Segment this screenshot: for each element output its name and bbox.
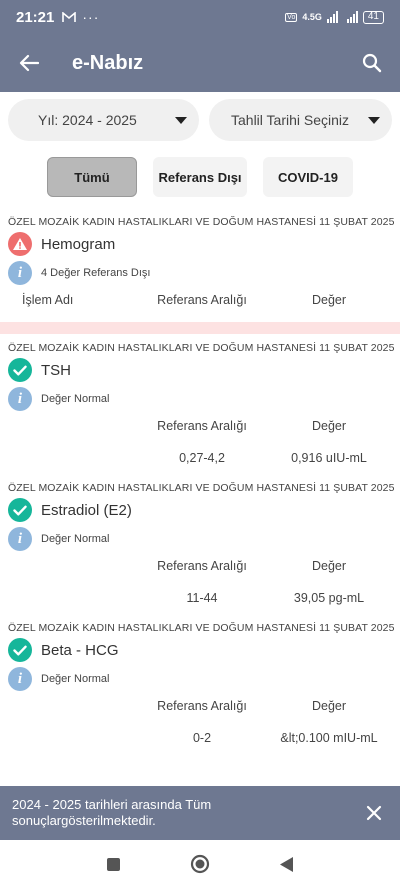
check-icon: [8, 498, 32, 522]
info-icon: i: [8, 261, 32, 285]
test-status-text: Değer Normal: [41, 393, 110, 405]
check-icon: [8, 358, 32, 382]
test-name: Hemogram: [41, 235, 116, 253]
battery-icon: 41: [362, 10, 384, 24]
result-values: 11-44 39,05 pg-mL: [8, 580, 392, 616]
test-status-text: Değer Normal: [41, 673, 110, 685]
reference-range: 0,27-4,2: [179, 451, 225, 465]
app-bar: e-Nabız: [0, 34, 400, 92]
test-name: Estradiol (E2): [41, 501, 132, 519]
year-dropdown-label: Yıl: 2024 - 2025: [38, 112, 137, 128]
test-status-text: 4 Değer Referans Dışı: [41, 267, 151, 279]
status-time: 21:21: [16, 8, 55, 26]
chevron-down-icon: [368, 116, 380, 124]
column-name-header: İşlem Adı: [22, 293, 74, 307]
column-value-header: Değer: [311, 293, 347, 307]
snackbar-close-button[interactable]: [362, 801, 386, 825]
column-value-header: Değer: [311, 419, 347, 433]
info-icon: i: [8, 527, 32, 551]
result-value: &lt;0.100 mIU-mL: [280, 731, 378, 745]
info-icon: i: [8, 667, 32, 691]
date-dropdown-label: Tahlil Tarihi Seçiniz: [231, 112, 350, 128]
signal-icon-2: [346, 11, 358, 23]
year-dropdown[interactable]: Yıl: 2024 - 2025: [8, 99, 199, 141]
volte-icon: Vo: [285, 12, 298, 22]
result-card-estradiol[interactable]: ÖZEL MOZAİK KADIN HASTALIKLARI VE DOĞUM …: [0, 476, 400, 616]
result-card-beta-hcg[interactable]: ÖZEL MOZAİK KADIN HASTALIKLARI VE DOĞUM …: [0, 616, 400, 756]
column-reference-header: Referans Aralığı: [157, 419, 247, 433]
chevron-down-icon: [175, 116, 187, 124]
reference-range: 11-44: [186, 591, 218, 605]
warning-icon: [8, 232, 32, 256]
search-icon: [362, 53, 382, 73]
snackbar-message: 2024 - 2025 tarihleri arasında Tüm sonuç…: [12, 797, 212, 828]
signal-icon: [326, 11, 338, 23]
recents-button[interactable]: [93, 844, 133, 884]
triangle-back-icon: [280, 856, 294, 872]
more-notifications-icon: ···: [82, 9, 100, 25]
hospital-date: ÖZEL MOZAİK KADIN HASTALIKLARI VE DOĞUM …: [8, 482, 395, 494]
column-value-header: Değer: [311, 559, 347, 573]
page-title: e-Nabız: [72, 51, 144, 74]
result-values: 0-2 &lt;0.100 mIU-mL: [8, 720, 392, 756]
column-headers: Referans Aralığı Değer: [8, 412, 392, 440]
reference-range: 0-2: [192, 731, 212, 745]
square-icon: [106, 857, 120, 871]
close-icon: [366, 805, 382, 821]
back-nav-button[interactable]: [267, 844, 307, 884]
circle-icon: [190, 854, 210, 874]
filter-bar: Yıl: 2024 - 2025 Tahlil Tarihi Seçiniz: [8, 99, 392, 141]
results-list[interactable]: ÖZEL MOZAİK KADIN HASTALIKLARI VE DOĞUM …: [0, 210, 400, 786]
column-headers: Referans Aralığı Değer: [8, 692, 392, 720]
test-status-text: Değer Normal: [41, 533, 110, 545]
result-card-tsh[interactable]: ÖZEL MOZAİK KADIN HASTALIKLARI VE DOĞUM …: [0, 336, 400, 476]
hospital-date: ÖZEL MOZAİK KADIN HASTALIKLARI VE DOĞUM …: [8, 622, 395, 634]
filter-tabs: Tümü Referans Dışı COVID-19: [0, 157, 400, 197]
battery-level: 41: [367, 11, 379, 22]
result-value: 39,05 pg-mL: [293, 591, 365, 605]
column-reference-header: Referans Aralığı: [157, 559, 247, 573]
tab-out-of-reference[interactable]: Referans Dışı: [153, 157, 247, 197]
tab-covid[interactable]: COVID-19: [263, 157, 353, 197]
back-button[interactable]: [0, 34, 58, 92]
info-icon: i: [8, 387, 32, 411]
column-headers: Referans Aralığı Değer: [8, 552, 392, 580]
status-bar: 21:21 ··· Vo 4.5G 41: [0, 0, 400, 34]
tab-all[interactable]: Tümü: [47, 157, 137, 197]
check-icon: [8, 638, 32, 662]
search-button[interactable]: [344, 34, 400, 92]
result-values: 0,27-4,2 0,916 uIU-mL: [8, 440, 392, 476]
test-name: TSH: [41, 361, 71, 379]
gmail-icon: [62, 11, 77, 22]
hospital-date: ÖZEL MOZAİK KADIN HASTALIKLARI VE DOĞUM …: [8, 216, 395, 228]
date-dropdown[interactable]: Tahlil Tarihi Seçiniz: [209, 99, 392, 141]
snackbar: 2024 - 2025 tarihleri arasında Tüm sonuç…: [0, 786, 400, 840]
arrow-left-icon: [19, 54, 39, 72]
test-name: Beta - HCG: [41, 641, 119, 659]
result-value: 0,916 uIU-mL: [291, 451, 367, 465]
column-reference-header: Referans Aralığı: [157, 293, 247, 307]
home-button[interactable]: [180, 844, 220, 884]
section-divider: [0, 322, 400, 334]
column-headers: İşlem Adı Referans Aralığı Değer: [8, 286, 392, 314]
column-reference-header: Referans Aralığı: [157, 699, 247, 713]
system-nav-bar: [0, 840, 400, 888]
network-type: 4.5G: [302, 12, 322, 22]
result-card-hemogram[interactable]: ÖZEL MOZAİK KADIN HASTALIKLARI VE DOĞUM …: [0, 210, 400, 314]
column-value-header: Değer: [311, 699, 347, 713]
hospital-date: ÖZEL MOZAİK KADIN HASTALIKLARI VE DOĞUM …: [8, 342, 395, 354]
